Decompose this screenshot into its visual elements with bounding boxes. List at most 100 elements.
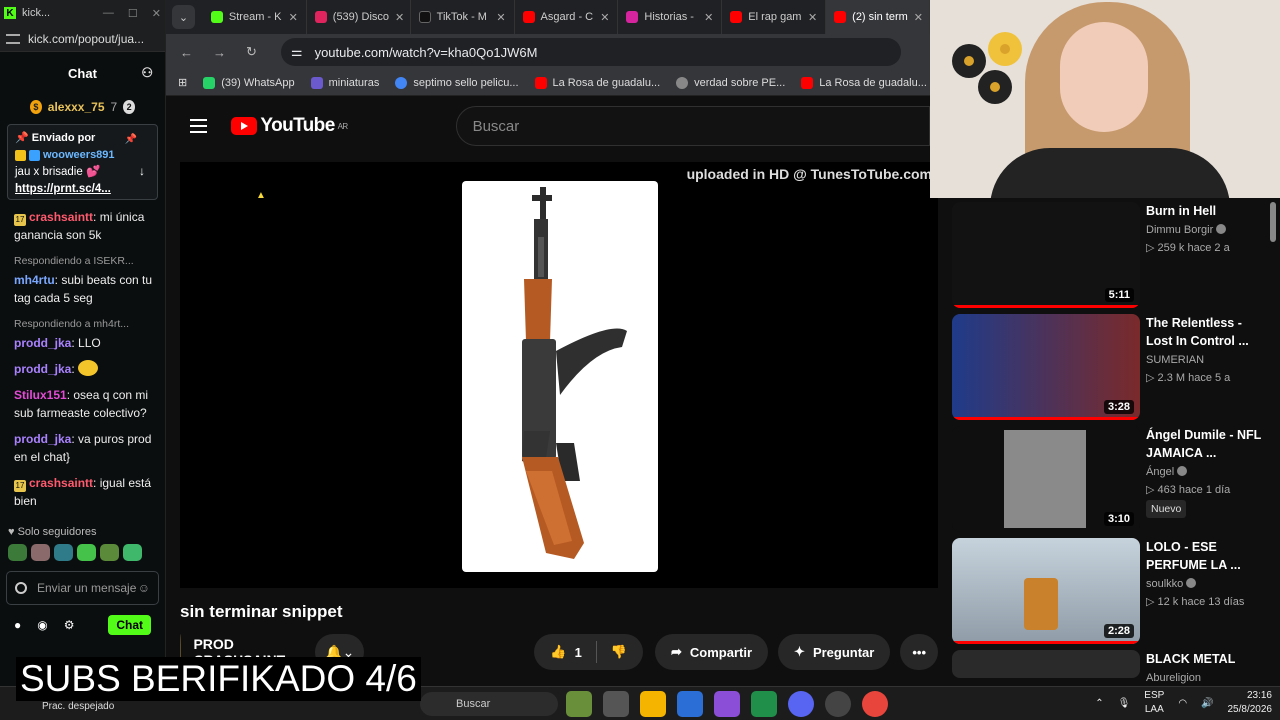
emote-icon[interactable] xyxy=(100,544,119,561)
obs-icon[interactable] xyxy=(825,691,851,717)
related-thumbnail[interactable]: 5:11 xyxy=(952,202,1140,308)
pin-icon[interactable]: 📌 xyxy=(125,131,137,148)
top-gifter[interactable]: $ alexxx_75 7 2 xyxy=(0,94,165,120)
related-info[interactable]: LOLO - ESE PERFUME LA ... soulkko ▷ 12 k… xyxy=(1146,538,1268,611)
chat-username[interactable]: mh4rtu xyxy=(14,273,55,287)
reply-context[interactable]: Respondiendo a ISEKR... xyxy=(14,252,157,270)
search-input[interactable]: Buscar xyxy=(455,106,930,146)
tab-close-icon[interactable]: ✕ xyxy=(600,11,609,24)
share-button[interactable]: ➦ Compartir xyxy=(655,634,769,670)
widget-app-icon[interactable] xyxy=(566,691,592,717)
like-count[interactable]: 1 xyxy=(575,645,582,660)
weather-text[interactable]: Prac. despejado xyxy=(42,701,114,712)
bookmark[interactable]: verdad sobre PE... xyxy=(676,76,785,89)
minimize-icon[interactable]: — xyxy=(103,7,114,20)
address-bar[interactable]: ⚌ youtube.com/watch?v=kha0Qo1JW6M xyxy=(280,38,901,66)
tab-close-icon[interactable]: ✕ xyxy=(704,11,713,24)
related-info[interactable]: BLACK METAL Abureligion xyxy=(1146,650,1268,687)
emote-icon[interactable] xyxy=(8,544,27,561)
youtube-logo[interactable]: YouTube AR xyxy=(231,115,348,137)
related-info[interactable]: Ángel Dumile - NFL JAMAICA ... Ángel ▷ 4… xyxy=(1146,426,1268,518)
language-indicator[interactable]: ESP LAA xyxy=(1144,689,1164,717)
chat-username[interactable]: prodd_jka xyxy=(14,432,71,446)
gift-icon[interactable]: ◉ xyxy=(37,618,47,632)
task-view-icon[interactable] xyxy=(603,691,629,717)
settings-icon[interactable]: ⚙ xyxy=(64,618,75,632)
bookmark[interactable]: La Rosa de guadalu... xyxy=(534,76,660,89)
maximize-icon[interactable]: ☐ xyxy=(128,7,138,20)
apps-icon[interactable]: ⊞ xyxy=(178,76,187,89)
related-thumbnail[interactable]: 2:28 xyxy=(952,538,1140,644)
video-player[interactable]: uploaded in HD @ TunesToTube.com ▲ xyxy=(180,162,938,588)
related-thumbnail[interactable] xyxy=(952,650,1140,678)
chat-username[interactable]: Stilux151 xyxy=(14,388,67,402)
related-thumbnail[interactable]: 3:28 xyxy=(952,314,1140,420)
send-chat-button[interactable]: Chat xyxy=(108,615,151,635)
browser-tab[interactable]: TikTok - M ✕ xyxy=(411,0,515,34)
tab-close-icon[interactable]: ✕ xyxy=(289,11,298,24)
scrollbar[interactable] xyxy=(1270,202,1276,242)
emote-icon[interactable] xyxy=(77,544,96,561)
users-icon[interactable]: ⚇ xyxy=(141,65,153,81)
pinned-link[interactable]: https://prnt.sc/4... xyxy=(15,181,150,198)
ask-button[interactable]: ✦ Preguntar xyxy=(778,634,891,670)
bookmark[interactable]: septimo sello pelicu... xyxy=(395,76,519,89)
browser-tab[interactable]: Historias - ✕ xyxy=(618,0,723,34)
like-icon[interactable]: 👍 xyxy=(550,644,566,660)
emote-icon[interactable] xyxy=(31,544,50,561)
bookmark[interactable]: miniaturas xyxy=(310,76,379,89)
forward-icon[interactable]: → xyxy=(213,45,226,60)
bookmark[interactable]: La Rosa de guadalu... xyxy=(801,76,927,89)
browser-tab[interactable]: (539) Disco ✕ xyxy=(307,0,411,34)
tab-close-icon[interactable]: ✕ xyxy=(395,11,404,24)
emote-icon[interactable] xyxy=(123,544,142,561)
expand-arrow-icon[interactable]: ↓ xyxy=(139,163,145,180)
related-info[interactable]: Burn in Hell Dimmu Borgir ▷ 259 k hace 2… xyxy=(1146,202,1268,257)
reload-icon[interactable]: ↻ xyxy=(246,44,257,60)
taskbar-search[interactable]: Buscar xyxy=(420,692,558,716)
site-settings-icon[interactable] xyxy=(6,33,20,44)
tab-close-icon[interactable]: ✕ xyxy=(496,11,505,24)
browser-tab[interactable]: El rap gam ✕ xyxy=(722,0,827,34)
more-actions-icon[interactable]: ••• xyxy=(900,634,938,670)
wifi-icon[interactable]: ◠ xyxy=(1178,698,1187,709)
kick-url-bar[interactable]: kick.com/popout/jua... xyxy=(0,26,165,52)
site-settings-icon[interactable]: ⚌ xyxy=(291,44,303,60)
browser-tab-active[interactable]: (2) sin term ✕ xyxy=(826,0,931,34)
chevron-up-icon[interactable]: ⌃ xyxy=(1095,698,1103,709)
microphone-icon[interactable]: 🎙 xyxy=(1118,698,1131,709)
pinned-user[interactable]: wooweers891 xyxy=(15,147,150,164)
browser-tab[interactable]: Stream - K ✕ xyxy=(203,0,307,34)
chat-username[interactable]: prodd_jka xyxy=(14,336,71,350)
dislike-icon[interactable]: 👎 xyxy=(611,644,627,660)
chat-input[interactable]: Enviar un mensaje ☺ xyxy=(6,571,159,605)
menu-icon[interactable] xyxy=(190,119,208,133)
copilot-icon[interactable] xyxy=(714,691,740,717)
points-icon[interactable]: ● xyxy=(14,618,21,632)
excel-icon[interactable] xyxy=(751,691,777,717)
word-icon[interactable] xyxy=(677,691,703,717)
browser-tab[interactable]: Asgard - C ✕ xyxy=(515,0,619,34)
tab-close-icon[interactable]: ✕ xyxy=(914,11,923,24)
related-thumbnail[interactable]: 3:10 xyxy=(952,426,1140,532)
file-explorer-icon[interactable] xyxy=(640,691,666,717)
chat-username[interactable]: crashsaintt xyxy=(29,476,93,490)
discord-icon[interactable] xyxy=(788,691,814,717)
chat-message: prodd_jka: xyxy=(14,360,157,378)
chat-username[interactable]: prodd_jka xyxy=(14,362,71,376)
pinned-message[interactable]: 📌 Enviado por wooweers891 jau x brisadie… xyxy=(7,124,158,200)
emote-icon[interactable] xyxy=(54,544,73,561)
tab-search-icon[interactable]: ⌄ xyxy=(172,5,195,29)
back-icon[interactable]: ← xyxy=(180,45,193,60)
clock[interactable]: 23:16 25/8/2026 xyxy=(1228,689,1273,717)
reply-context[interactable]: Respondiendo a mh4rt... xyxy=(14,315,157,333)
emoji-icon[interactable]: ☺ xyxy=(138,581,150,595)
close-icon[interactable]: ✕ xyxy=(152,7,161,20)
chrome-icon[interactable] xyxy=(862,691,888,717)
bookmark-favicon-icon xyxy=(534,76,547,89)
bookmark[interactable]: (39) WhatsApp xyxy=(203,76,295,89)
chat-username[interactable]: crashsaintt xyxy=(29,210,93,224)
tab-close-icon[interactable]: ✕ xyxy=(808,11,817,24)
volume-icon[interactable]: 🔊 xyxy=(1201,698,1213,709)
related-info[interactable]: The Relentless - Lost In Control ... SUM… xyxy=(1146,314,1268,387)
